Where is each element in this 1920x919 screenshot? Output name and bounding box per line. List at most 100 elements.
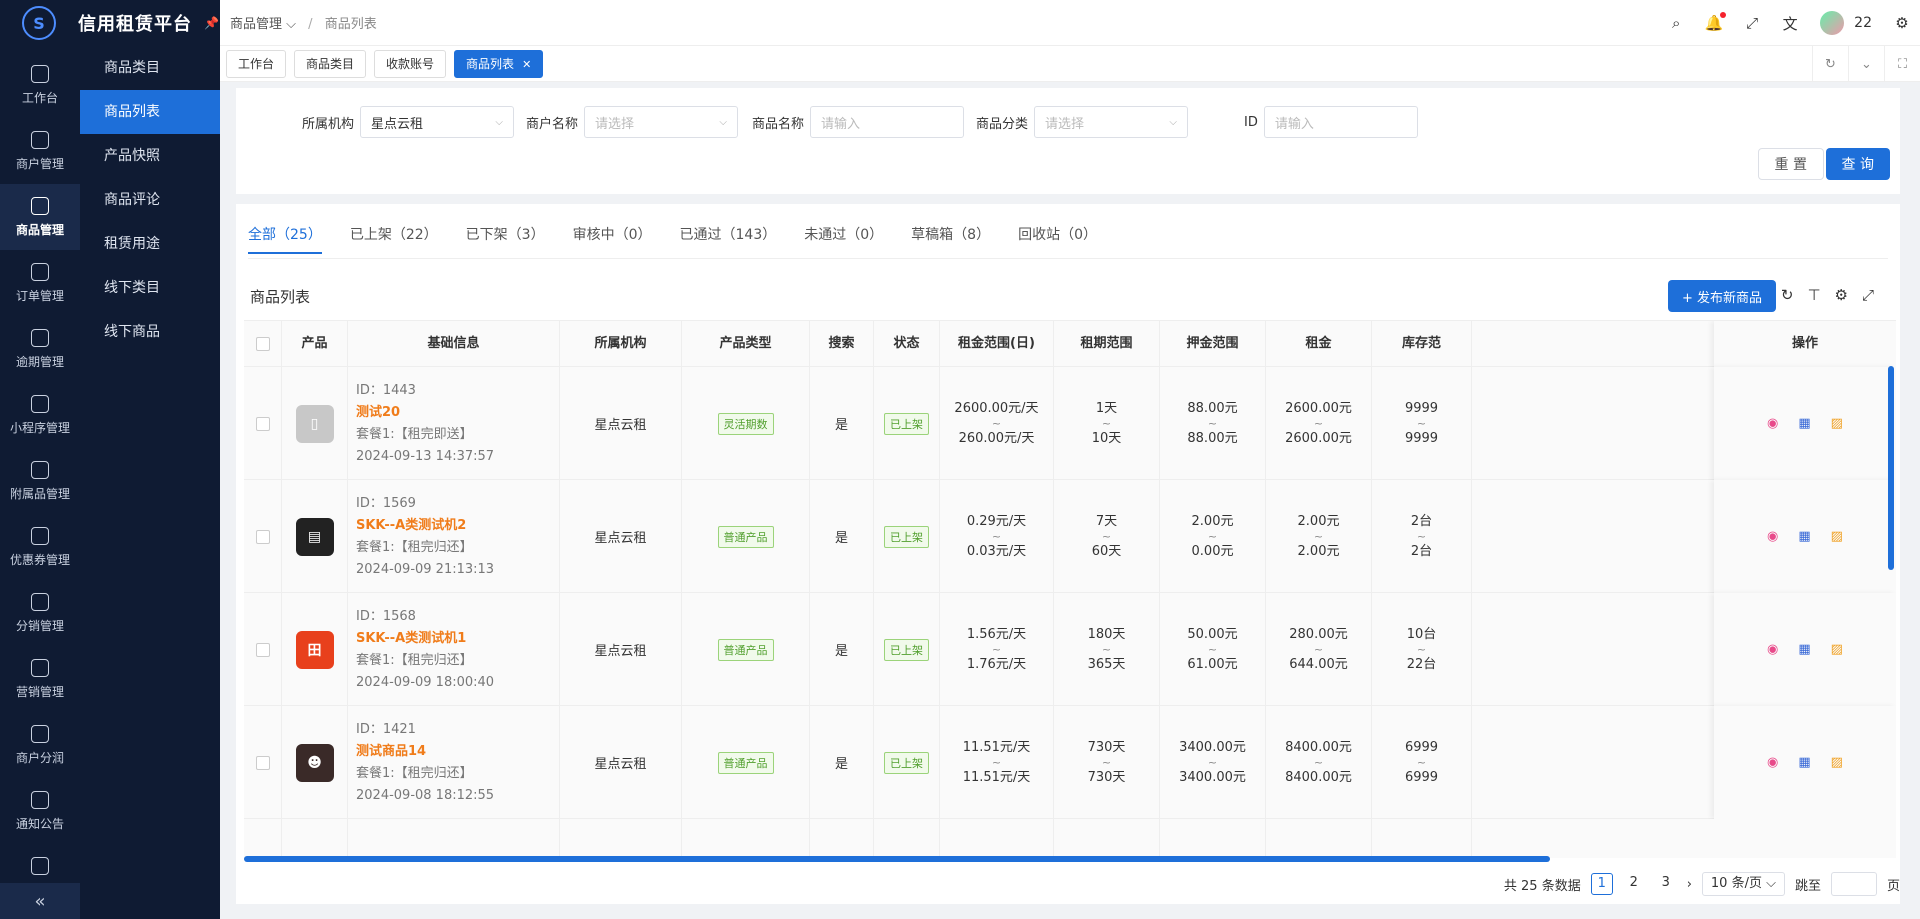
tab-category[interactable]: 商品类目 xyxy=(294,49,367,78)
product-name-link[interactable]: SKK--A类测试机2 xyxy=(356,515,466,537)
user-name[interactable]: 22 xyxy=(1854,15,1872,31)
rail-item-5[interactable]: 小程序管理 xyxy=(0,382,80,448)
filter-id-label: ID xyxy=(1244,114,1258,130)
submenu-item-5[interactable]: 线下类目 xyxy=(80,266,220,310)
page-size-select[interactable]: 10 条/页 ⌵ xyxy=(1701,872,1785,896)
refresh-icon[interactable]: ↻ xyxy=(1781,286,1794,304)
view-icon[interactable]: ◉ xyxy=(1767,755,1778,770)
rail-item-10[interactable]: 商户分润 xyxy=(0,712,80,778)
range-sep: ~ xyxy=(1313,530,1324,543)
image-icon[interactable]: ▨ xyxy=(1831,529,1843,544)
rail-item-6[interactable]: 附属品管理 xyxy=(0,448,80,514)
rail-item-3[interactable]: 订单管理 xyxy=(0,250,80,316)
jump-input[interactable] xyxy=(1830,872,1877,896)
image-icon[interactable]: ▨ xyxy=(1831,642,1843,657)
fullscreen-icon[interactable]: ⤢ xyxy=(1862,286,1874,304)
chevron-down-icon[interactable]: ⌄ xyxy=(1848,46,1884,82)
tab-workbench[interactable]: 工作台 xyxy=(226,49,287,78)
cell-rent_day: 11.51元/天 ~11.51元/天 xyxy=(940,706,1054,819)
bell-icon[interactable]: 🔔 xyxy=(1705,12,1727,32)
row-checkbox[interactable] xyxy=(255,642,270,657)
status-tab-1[interactable]: 已上架（22） xyxy=(350,224,438,254)
submenu-item-4[interactable]: 租赁用途 xyxy=(80,222,220,266)
close-icon[interactable]: ✕ xyxy=(522,58,531,71)
cell-stock: 9999 ~9999 xyxy=(1372,367,1472,480)
status-tab-6[interactable]: 草稿箱（8） xyxy=(911,224,990,254)
rail-item-11[interactable]: 通知公告 xyxy=(0,778,80,844)
rail-item-2[interactable]: 商品管理 xyxy=(0,184,80,250)
image-icon[interactable]: ▨ xyxy=(1831,755,1843,770)
horizontal-scrollbar[interactable] xyxy=(244,856,1550,862)
status-tab-7[interactable]: 回收站（0） xyxy=(1018,224,1097,254)
translate-icon[interactable]: 文 xyxy=(1782,15,1798,33)
product-name-link[interactable]: 测试20 xyxy=(356,402,400,424)
vertical-scrollbar[interactable] xyxy=(1888,366,1894,570)
page-2[interactable]: 2 xyxy=(1623,873,1645,895)
submenu-item-6[interactable]: 线下商品 xyxy=(80,310,220,354)
maximize-icon[interactable]: ⛶ xyxy=(1884,46,1920,82)
page-1[interactable]: 1 xyxy=(1590,873,1613,895)
publish-product-button[interactable]: + 发布新商品 xyxy=(1667,280,1776,312)
status-tab-4[interactable]: 已通过（143） xyxy=(680,224,777,254)
created-time: 2024-09-08 18:12:55 xyxy=(356,787,495,803)
row-checkbox[interactable] xyxy=(255,755,270,770)
avatar[interactable] xyxy=(1820,11,1845,35)
breadcrumb-item-product-mgmt[interactable]: 商品管理 xyxy=(230,17,282,32)
product-name-input[interactable]: 请输入 xyxy=(810,106,965,138)
product-id: ID：1568 xyxy=(356,608,416,624)
tab-account[interactable]: 收款账号 xyxy=(374,49,447,78)
rail-item-1[interactable]: 商户管理 xyxy=(0,118,80,184)
page-3[interactable]: 3 xyxy=(1655,873,1677,895)
submenu-item-2[interactable]: 产品快照 xyxy=(80,134,220,178)
next-page-icon[interactable]: › xyxy=(1687,877,1692,892)
cell-deposit: 88.00元 ~88.00元 xyxy=(1160,367,1266,480)
status-badge: 已上架 xyxy=(884,525,929,548)
submenu-item-0[interactable]: 商品类目 xyxy=(80,46,220,90)
view-icon[interactable]: ◉ xyxy=(1767,416,1778,431)
reset-button[interactable]: 重 置 xyxy=(1757,148,1824,180)
category-select[interactable]: 请选择 ⌵ xyxy=(1034,106,1189,138)
rail-item-0[interactable]: 工作台 xyxy=(0,52,80,118)
query-button[interactable]: 查 询 xyxy=(1825,148,1890,180)
org-select[interactable]: 星点云租 ⌵ xyxy=(360,106,515,138)
row-checkbox[interactable] xyxy=(255,529,270,544)
qrcode-icon[interactable]: ▦ xyxy=(1798,642,1810,657)
refresh-icon[interactable]: ↻ xyxy=(1812,46,1848,82)
merchant-select-placeholder: 请选择 xyxy=(595,116,635,132)
qrcode-icon[interactable]: ▦ xyxy=(1798,416,1810,431)
tab-product-list[interactable]: 商品列表 ✕ xyxy=(454,49,544,78)
table-header: 产品 基础信息 所属机构 产品类型 搜索 状态 租金范围(日) 租期范围 押金范围 租金 库存范 操作 xyxy=(244,321,1896,367)
view-icon[interactable]: ◉ xyxy=(1767,642,1778,657)
submenu-item-3[interactable]: 商品评论 xyxy=(80,178,220,222)
gear-icon[interactable]: ⚙ xyxy=(1894,14,1910,32)
status-tab-5[interactable]: 未通过（0） xyxy=(804,224,883,254)
qrcode-icon[interactable]: ▦ xyxy=(1798,755,1810,770)
rail-item-7[interactable]: 优惠券管理 xyxy=(0,514,80,580)
status-tab-0[interactable]: 全部（25） xyxy=(248,224,322,254)
rail-item-label: 附属品管理 xyxy=(9,486,70,501)
rail-item-label: 通知公告 xyxy=(15,816,64,831)
qrcode-icon[interactable]: ▦ xyxy=(1798,529,1810,544)
column-height-icon[interactable]: ⊤ xyxy=(1807,286,1820,304)
rail-item-8[interactable]: 分销管理 xyxy=(0,580,80,646)
search-icon[interactable]: ⌕ xyxy=(1668,14,1684,32)
cell-search xyxy=(810,819,874,858)
rail-item-4[interactable]: 逾期管理 xyxy=(0,316,80,382)
product-name-link[interactable]: SKK--A类测试机1 xyxy=(356,628,466,650)
submenu-item-1[interactable]: 商品列表 xyxy=(80,90,220,134)
rail-item-9[interactable]: 营销管理 xyxy=(0,646,80,712)
row-checkbox[interactable] xyxy=(255,416,270,431)
id-input[interactable]: 请输入 xyxy=(1263,106,1418,138)
image-icon[interactable]: ▨ xyxy=(1831,416,1843,431)
merchant-select[interactable]: 请选择 ⌵ xyxy=(584,106,739,138)
status-tab-2[interactable]: 已下架（3） xyxy=(466,224,545,254)
gear-icon[interactable]: ⚙ xyxy=(1835,286,1848,304)
status-tab-3[interactable]: 审核中（0） xyxy=(573,224,652,254)
fullscreen-icon[interactable]: ⤢ xyxy=(1744,14,1760,32)
view-icon[interactable]: ◉ xyxy=(1767,529,1778,544)
column-header-info: 基础信息 xyxy=(348,321,560,367)
pin-icon[interactable]: 📌 xyxy=(204,16,219,30)
select-all-checkbox[interactable] xyxy=(255,336,270,351)
collapse-icon[interactable]: « xyxy=(0,883,80,919)
product-name-link[interactable]: 测试商品14 xyxy=(356,741,426,763)
